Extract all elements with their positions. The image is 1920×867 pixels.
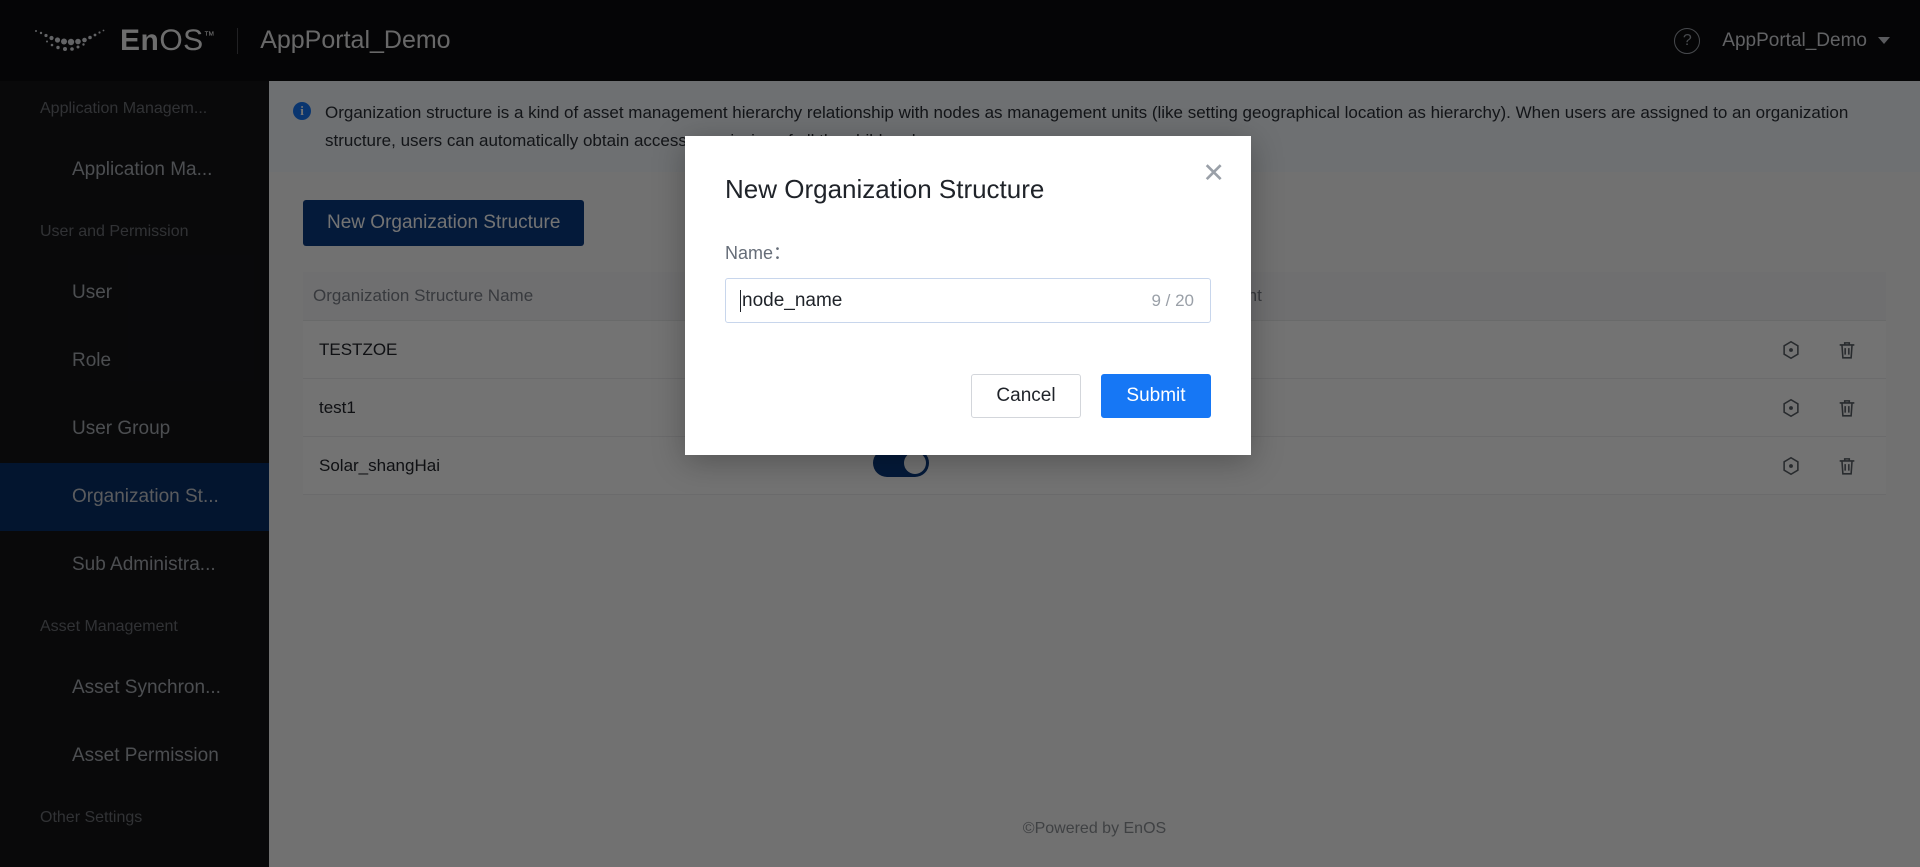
name-input[interactable]: node_name 9 / 20: [725, 278, 1211, 323]
dialog-actions: Cancel Submit: [971, 374, 1211, 418]
cancel-button[interactable]: Cancel: [971, 374, 1081, 418]
app-root: EnOS™ AppPortal_Demo ? AppPortal_Demo Ap…: [0, 0, 1920, 867]
new-organization-structure-dialog: ✕ New Organization Structure Name： node_…: [685, 136, 1251, 455]
dialog-body: Name： node_name 9 / 20: [685, 205, 1251, 323]
submit-button[interactable]: Submit: [1101, 374, 1211, 418]
name-input-value: node_name: [742, 289, 843, 311]
character-counter: 9 / 20: [1151, 290, 1194, 310]
dialog-title: New Organization Structure: [725, 174, 1045, 204]
close-icon[interactable]: ✕: [1202, 160, 1225, 187]
name-field-label: Name：: [725, 243, 792, 263]
text-cursor: [740, 289, 741, 312]
